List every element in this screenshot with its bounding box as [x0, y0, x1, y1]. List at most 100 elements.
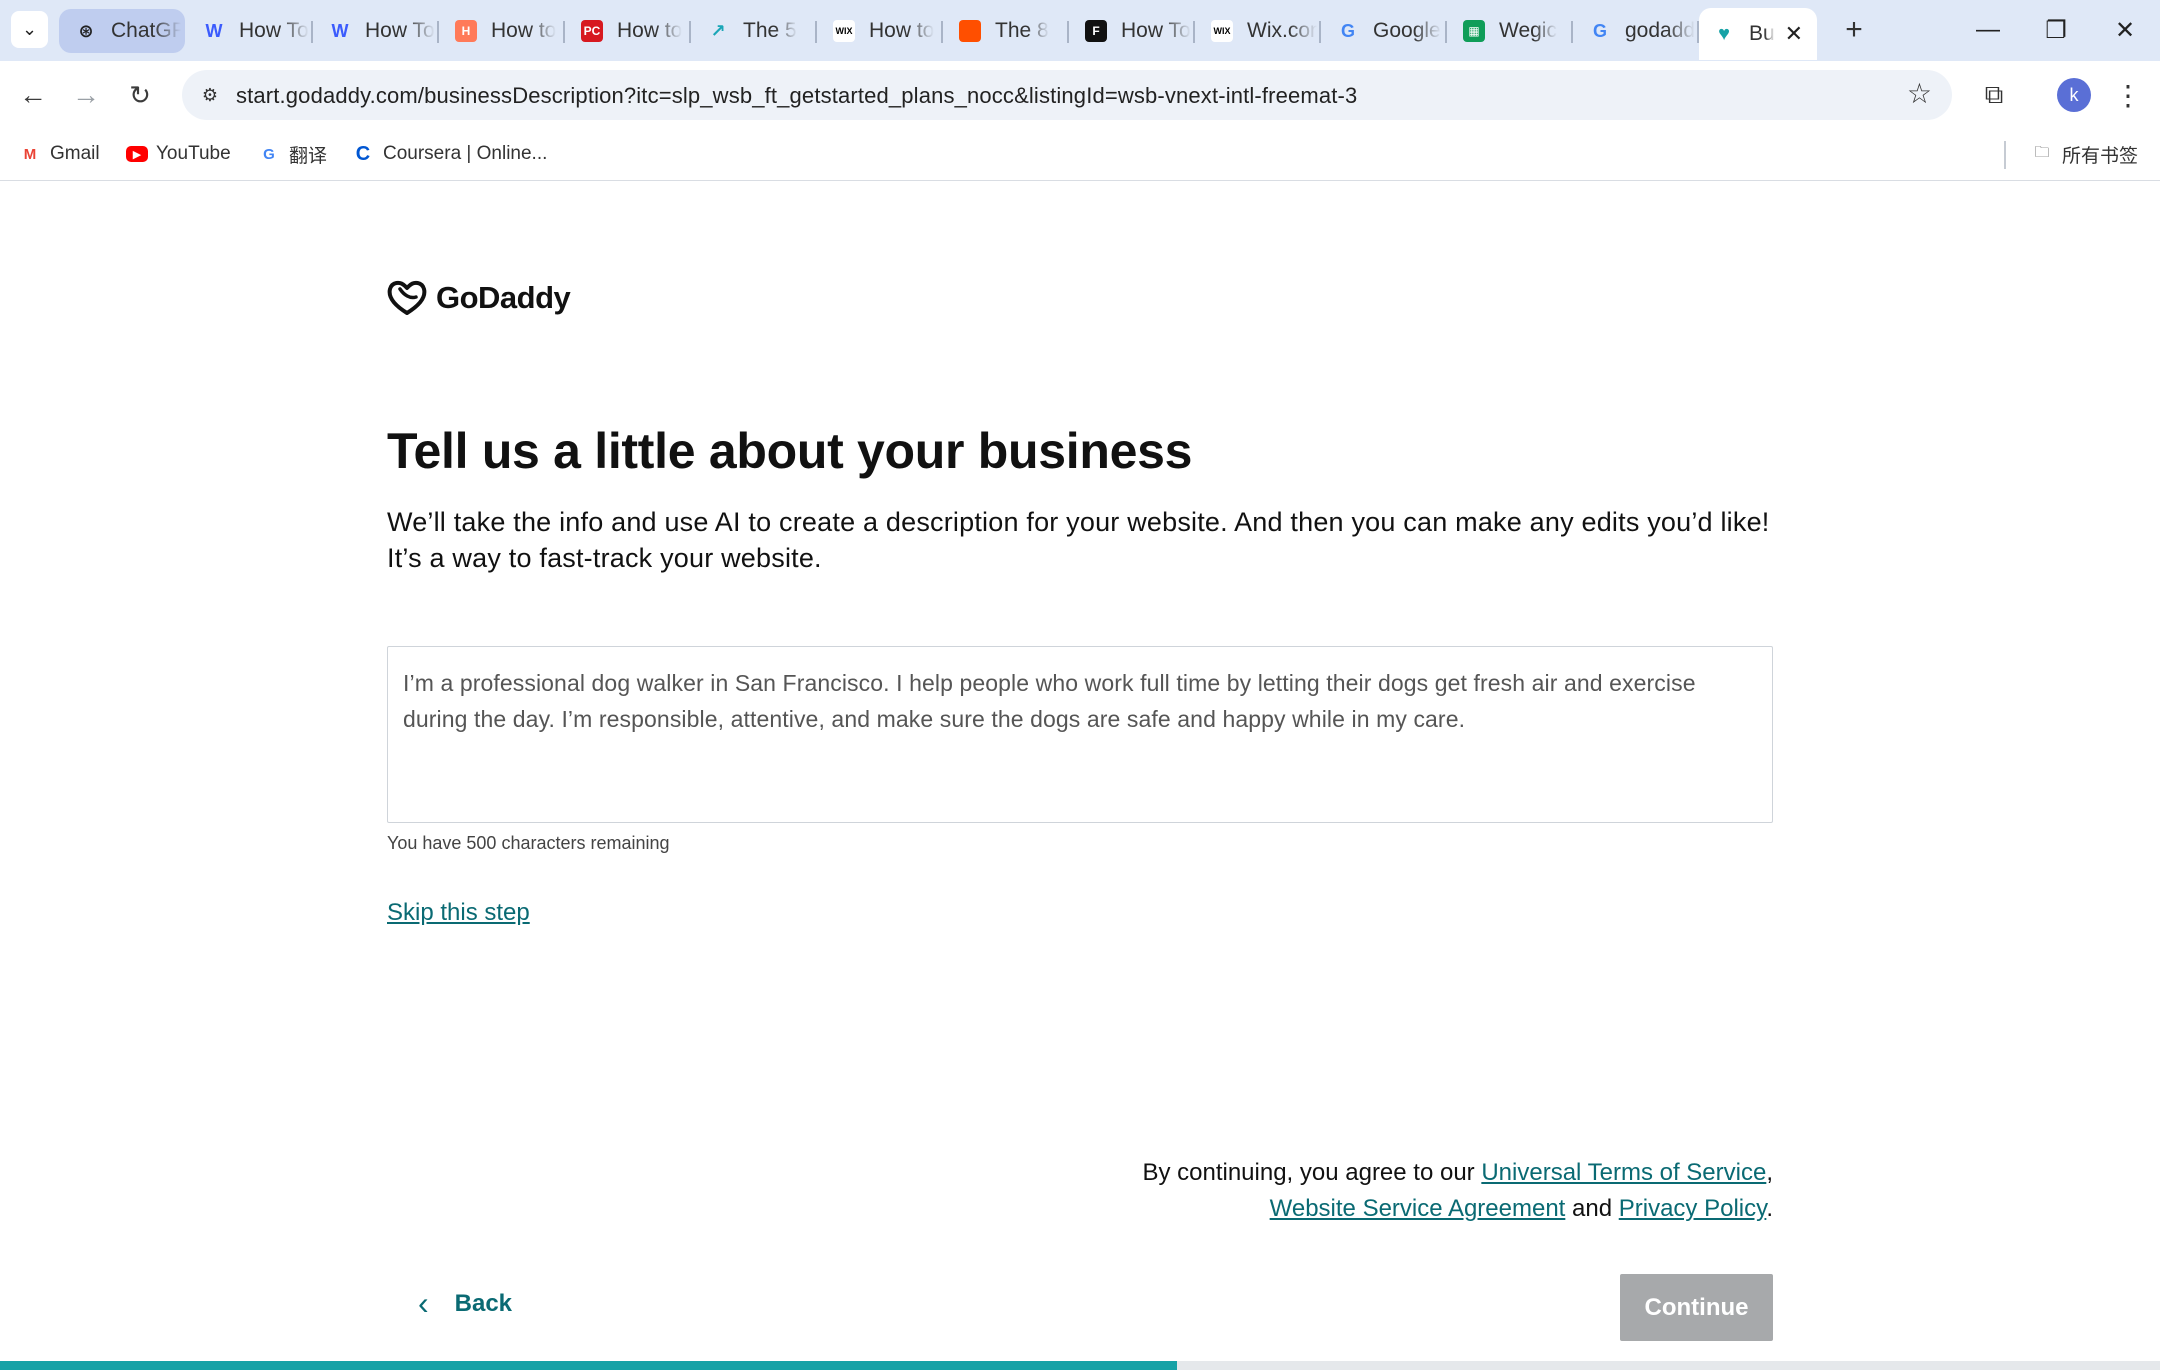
tab-strip: ⌄ ⊛ ChatGPT W How To W How To H How to PC How to ↗… — [0, 0, 2160, 61]
all-bookmarks-button[interactable]: 🗀 所有书签 — [2030, 139, 2138, 169]
tab-title: How To — [365, 19, 435, 42]
menu-icon[interactable]: ⋮ — [2108, 75, 2148, 115]
browser-tab[interactable]: W How To — [187, 9, 313, 53]
webflow-icon: W — [331, 20, 349, 41]
arrow-right-icon: → — [72, 79, 100, 110]
wix-icon: WIX — [833, 20, 855, 42]
tab-title: godaddy — [1625, 19, 1695, 42]
close-tab-icon[interactable]: ✕ — [1785, 21, 1803, 47]
browser-tab[interactable]: H How to — [439, 9, 565, 53]
browser-tab[interactable]: WIX How to — [817, 9, 943, 53]
forbes-icon: F — [1085, 20, 1107, 42]
close-icon: ✕ — [2114, 16, 2136, 44]
close-window-button[interactable]: ✕ — [2095, 8, 2155, 52]
bookmark-item[interactable]: C Coursera | Online... — [351, 139, 548, 169]
chevron-down-icon: ⌄ — [21, 19, 38, 39]
tab-title: Google — [1373, 19, 1441, 42]
arrow-left-icon: ← — [19, 79, 47, 110]
bookmark-item[interactable]: ▶ YouTube — [126, 139, 231, 169]
business-description-textarea[interactable]: I’m a professional dog walker in San Fra… — [387, 646, 1773, 823]
tab-title: Bu — [1749, 22, 1775, 45]
tab-title: Wix.com — [1247, 19, 1317, 42]
godaddy-logo-icon — [387, 280, 427, 315]
terms-notice: By continuing, you agree to our Universa… — [873, 1155, 1773, 1227]
bookmarks-divider — [2004, 141, 2006, 169]
page-subtitle: We’ll take the info and use AI to create… — [387, 507, 1770, 573]
browser-tab[interactable]: G Google — [1321, 9, 1447, 53]
bookmark-label: 翻译 — [289, 145, 328, 167]
coursera-icon: C — [355, 142, 371, 165]
tab-title: The 8 — [995, 19, 1049, 42]
forward-nav-button[interactable]: → — [64, 73, 108, 117]
browser-tab[interactable]: Ggodaddy — [1573, 9, 1699, 53]
minimize-button[interactable]: — — [1958, 8, 2018, 52]
browser-tab[interactable]: PC How to — [565, 9, 691, 53]
sheets-icon: ▦ — [1463, 20, 1485, 42]
restore-button[interactable]: ❐ — [2026, 8, 2086, 52]
bookmark-item[interactable]: G 翻译 — [257, 139, 327, 169]
tab-title: How To — [1121, 19, 1191, 42]
reload-button[interactable]: ↻ — [118, 73, 162, 117]
browser-tab[interactable]: WIX Wix.com — [1195, 9, 1321, 53]
url-text[interactable]: start.godaddy.com/businessDescription?it… — [236, 83, 1357, 109]
browser-tab-active[interactable]: ♥ Bu ✕ — [1699, 8, 1817, 60]
bookmark-star-icon[interactable]: ☆ — [1907, 77, 1932, 110]
bookmark-label: Coursera | Online... — [383, 143, 548, 164]
back-label: Back — [454, 1289, 513, 1317]
site-icon: ↗ — [710, 20, 726, 41]
translate-icon: G — [263, 145, 275, 163]
plus-icon: + — [1845, 13, 1863, 46]
terms-of-service-link[interactable]: Universal Terms of Service — [1481, 1159, 1766, 1186]
tab-title: ChatGPT — [111, 19, 181, 42]
minimize-icon: — — [1976, 16, 2000, 43]
browser-tab[interactable]: ▦ Wegic — [1447, 9, 1573, 53]
skip-step-link[interactable]: Skip this step — [387, 899, 530, 927]
browser-tab[interactable]: W How To — [313, 9, 439, 53]
profile-avatar[interactable]: k — [2057, 78, 2091, 112]
continue-button[interactable]: Continue — [1620, 1274, 1773, 1341]
progress-bar — [0, 1361, 2160, 1370]
hubspot-icon: H — [455, 20, 477, 42]
folder-icon: 🗀 — [2034, 143, 2050, 161]
chevron-left-icon: ‹ — [418, 1285, 429, 1321]
tab-title: How to — [491, 19, 557, 42]
browser-tab[interactable]: ⊛ ChatGPT — [59, 9, 185, 53]
tab-title: Wegic — [1499, 19, 1557, 42]
pcmag-icon: PC — [581, 20, 603, 42]
bookmark-item[interactable]: M Gmail — [18, 139, 100, 169]
page-title: Tell us a little about your business — [387, 423, 1193, 479]
browser-toolbar: ← → ↻ ⚙ start.godaddy.com/businessDescri… — [0, 61, 2160, 129]
terms-period: . — [1766, 1195, 1773, 1222]
page-content: GoDaddy Tell us a little about your busi… — [0, 181, 2160, 1370]
site-info-icon[interactable]: ⚙ — [194, 79, 226, 111]
char-count: You have 500 characters remaining — [387, 833, 670, 853]
browser-tab[interactable]: F How To — [1069, 9, 1195, 53]
godaddy-icon: ♥ — [1718, 22, 1730, 45]
tab-title: How To — [239, 19, 309, 42]
godaddy-logo[interactable]: GoDaddy — [386, 279, 571, 317]
new-tab-button[interactable]: + — [1836, 10, 1872, 50]
all-bookmarks-label: 所有书签 — [2062, 145, 2139, 167]
bookmark-label: YouTube — [156, 143, 231, 164]
google-icon: G — [1592, 20, 1607, 41]
tab-list: ⊛ ChatGPT W How To W How To H How to PC How to ↗ Th… — [59, 8, 1817, 60]
browser-tab[interactable]: ↗ The 5 — [691, 9, 817, 53]
back-nav-button[interactable]: ← — [11, 73, 55, 117]
tab-search-button[interactable]: ⌄ — [11, 11, 48, 48]
address-bar[interactable]: ⚙ start.godaddy.com/businessDescription?… — [182, 70, 1952, 120]
restore-icon: ❐ — [2045, 16, 2067, 44]
tab-title: The 5 — [743, 19, 797, 42]
extensions-icon[interactable]: ⧉ — [1974, 75, 2014, 115]
tab-title: How to — [869, 19, 935, 42]
wix-icon: WIX — [1211, 20, 1233, 42]
bookmarks-bar: M Gmail ▶ YouTube G 翻译 C Coursera | Online... 🗀… — [0, 129, 2160, 181]
terms-comma: , — [1766, 1159, 1773, 1186]
back-button[interactable]: ‹ Back — [418, 1285, 512, 1322]
translate-icon: G — [1340, 20, 1355, 41]
browser-tab[interactable]: The 8 — [943, 9, 1069, 53]
continue-label: Continue — [1644, 1293, 1749, 1321]
website-service-agreement-link[interactable]: Website Service Agreement — [1270, 1195, 1566, 1222]
privacy-policy-link[interactable]: Privacy Policy — [1619, 1195, 1767, 1222]
reload-icon: ↻ — [129, 79, 151, 110]
description-placeholder: I’m a professional dog walker in San Fra… — [403, 670, 1696, 732]
